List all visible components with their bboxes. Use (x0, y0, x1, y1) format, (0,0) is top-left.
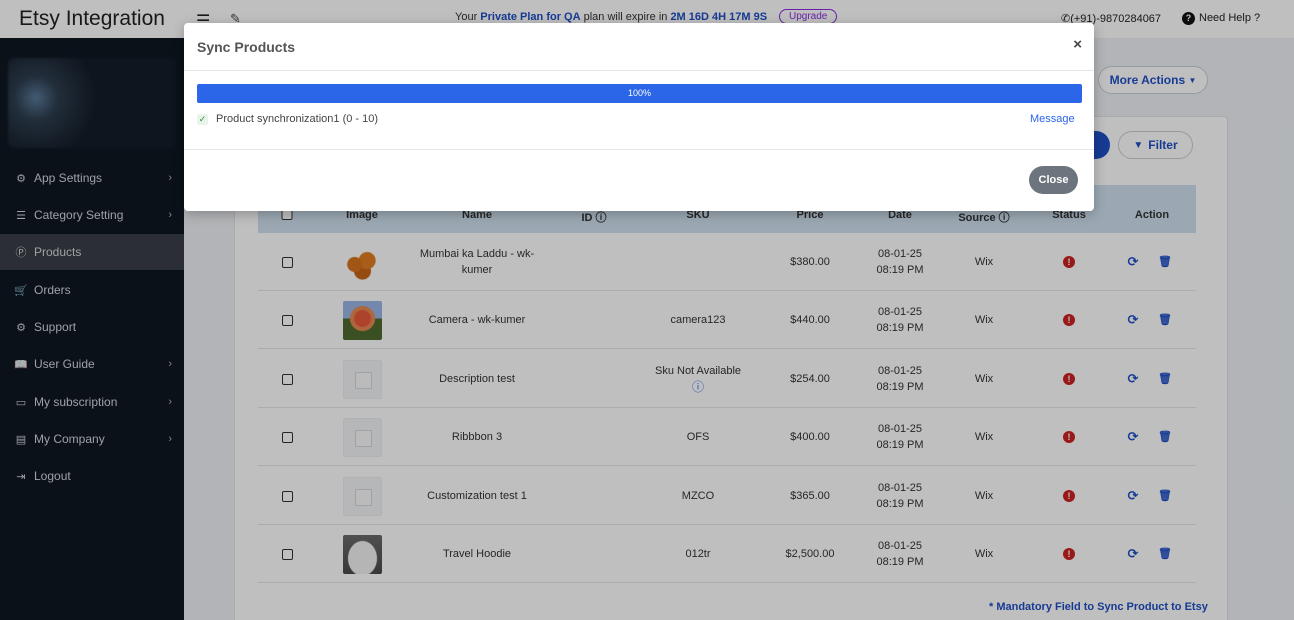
close-button[interactable]: Close (1029, 166, 1078, 194)
message-link[interactable]: Message (1030, 113, 1075, 125)
close-icon[interactable]: × (1073, 36, 1082, 53)
sync-item-label: Product synchronization1 (0 - 10) (216, 113, 379, 125)
sync-progress-bar: 100% (197, 84, 1082, 103)
sync-status-item: ✓ Product synchronization1 (0 - 10) (197, 113, 378, 125)
check-icon: ✓ (197, 113, 208, 125)
modal-header: Sync Products (184, 23, 1094, 71)
modal-divider (184, 149, 1094, 150)
sync-progress-fill: 100% (197, 84, 1082, 103)
modal-title: Sync Products (197, 38, 296, 55)
sync-products-modal: Sync Products × 100% ✓ Product synchroni… (184, 23, 1094, 211)
